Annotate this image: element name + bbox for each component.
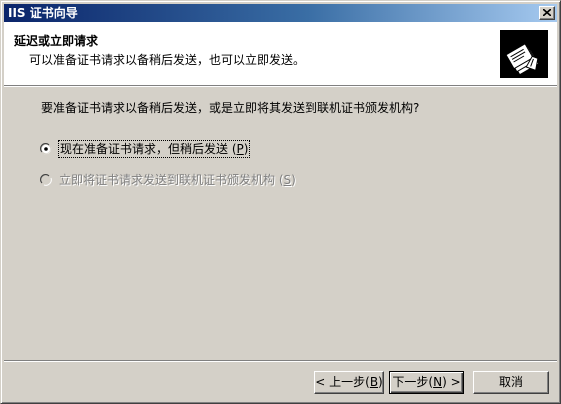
page-subtitle: 可以准备证书请求以备稍后发送，也可以立即发送。 bbox=[29, 53, 306, 67]
option-prepare-later-label: 现在准备证书请求，但稍后发送 (P) bbox=[57, 140, 251, 158]
prompt-question: 要准备证书请求以备稍后发送，或是立即将其发送到联机证书颁发机构? bbox=[41, 101, 420, 115]
cancel-button[interactable]: 取消 bbox=[473, 371, 549, 394]
radio-disabled-icon bbox=[40, 174, 52, 186]
window-title: IIS 证书向导 bbox=[8, 6, 78, 20]
wizard-window: IIS 证书向导 延迟或立即请求 可以准备证书请求以备稍后发送，也可以立即发送。 bbox=[0, 0, 561, 404]
option-send-now-label: 立即将证书请求发送到联机证书颁发机构 (S) bbox=[59, 173, 296, 187]
header-divider bbox=[4, 85, 557, 87]
title-bar[interactable]: IIS 证书向导 bbox=[4, 4, 557, 22]
wizard-header: 延迟或立即请求 可以准备证书请求以备稍后发送，也可以立即发送。 bbox=[4, 22, 557, 85]
page-title: 延迟或立即请求 bbox=[14, 34, 99, 48]
footer-divider bbox=[4, 360, 557, 362]
next-button[interactable]: 下一步(N) > bbox=[389, 371, 464, 394]
close-icon bbox=[543, 9, 551, 16]
certificate-wizard-icon bbox=[500, 30, 548, 78]
radio-selected-icon[interactable] bbox=[40, 143, 52, 155]
back-button[interactable]: < 上一步(B) bbox=[314, 371, 384, 394]
close-button[interactable] bbox=[539, 6, 555, 20]
